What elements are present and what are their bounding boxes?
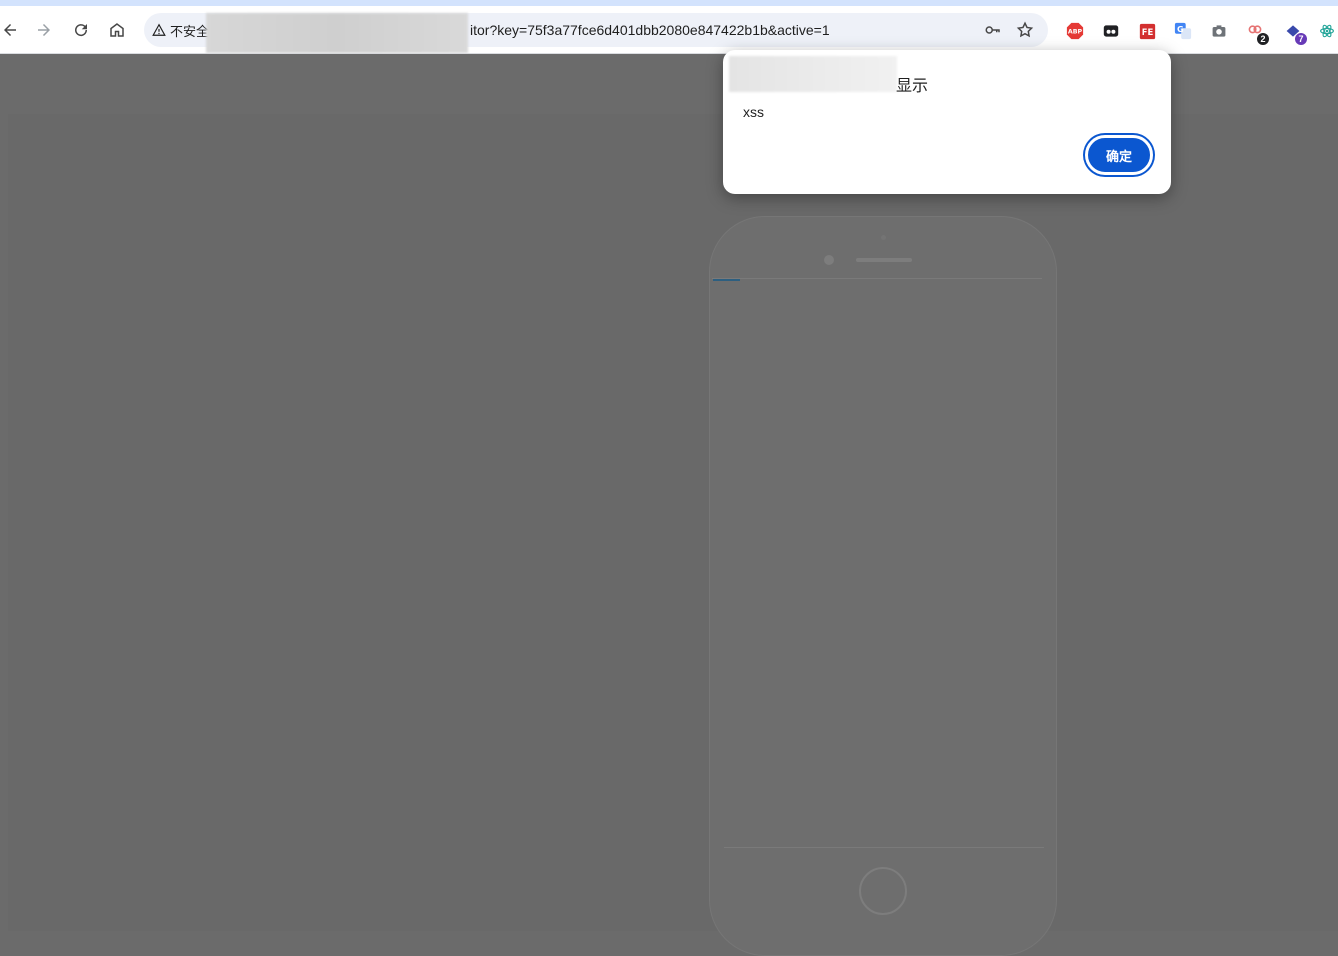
warning-triangle-icon bbox=[152, 23, 166, 36]
phone-camera bbox=[824, 255, 834, 265]
extension-badge: 7 bbox=[1295, 33, 1307, 45]
phone-sensor bbox=[881, 235, 886, 240]
reload-icon bbox=[75, 24, 88, 37]
dialog-message: xss bbox=[743, 104, 764, 120]
browser-toolbar: 不安全 itor?key=75f3a77fce6d401dbb2080e8474… bbox=[0, 6, 1338, 54]
fe-helper-icon[interactable]: FE bbox=[1137, 21, 1157, 41]
url-text[interactable]: itor?key=75f3a77fce6d401dbb2080e847422b1… bbox=[470, 22, 830, 38]
arrow-right-icon bbox=[38, 24, 50, 36]
svg-text:G: G bbox=[1177, 24, 1184, 34]
address-bar[interactable]: 不安全 itor?key=75f3a77fce6d401dbb2080e8474… bbox=[144, 13, 1048, 53]
reload-button[interactable] bbox=[67, 16, 95, 44]
page-body bbox=[8, 114, 1338, 931]
svg-text:ABP: ABP bbox=[1068, 29, 1083, 36]
alert-dialog: 显示 xss 确定 bbox=[723, 50, 1171, 194]
google-translate-icon[interactable]: G bbox=[1173, 21, 1193, 41]
phone-tab-indicator bbox=[713, 279, 740, 281]
ok-button[interactable]: 确定 bbox=[1085, 135, 1153, 175]
security-chip[interactable]: 不安全 bbox=[152, 20, 209, 40]
dialog-title: 显示 bbox=[896, 78, 929, 95]
bookmark-star-icon[interactable] bbox=[1016, 21, 1034, 39]
extension-dark-icon[interactable] bbox=[1101, 21, 1121, 41]
react-devtools-icon[interactable] bbox=[1317, 21, 1337, 41]
forward-button[interactable] bbox=[30, 16, 58, 44]
phone-screen-top-border bbox=[712, 278, 1042, 279]
home-button[interactable] bbox=[103, 16, 131, 44]
home-icon bbox=[110, 23, 124, 37]
extension-badge: 2 bbox=[1257, 33, 1269, 45]
redacted-url-region bbox=[206, 13, 468, 53]
phone-screen-bottom-border bbox=[724, 847, 1044, 848]
arrow-left-icon bbox=[4, 24, 16, 36]
password-key-icon[interactable] bbox=[984, 21, 1002, 39]
back-button[interactable] bbox=[0, 16, 24, 44]
svg-text:FE: FE bbox=[1141, 27, 1153, 37]
adblock-icon[interactable]: ABP bbox=[1065, 21, 1085, 41]
link-extension-icon[interactable]: 2 bbox=[1245, 21, 1269, 45]
security-label: 不安全 bbox=[170, 23, 210, 39]
tag-extension-icon[interactable]: 7 bbox=[1283, 21, 1307, 45]
redacted-origin bbox=[729, 56, 897, 92]
camera-icon[interactable] bbox=[1209, 21, 1229, 41]
phone-preview-frame bbox=[709, 216, 1057, 956]
phone-speaker bbox=[856, 258, 912, 262]
phone-home-button bbox=[859, 867, 907, 915]
